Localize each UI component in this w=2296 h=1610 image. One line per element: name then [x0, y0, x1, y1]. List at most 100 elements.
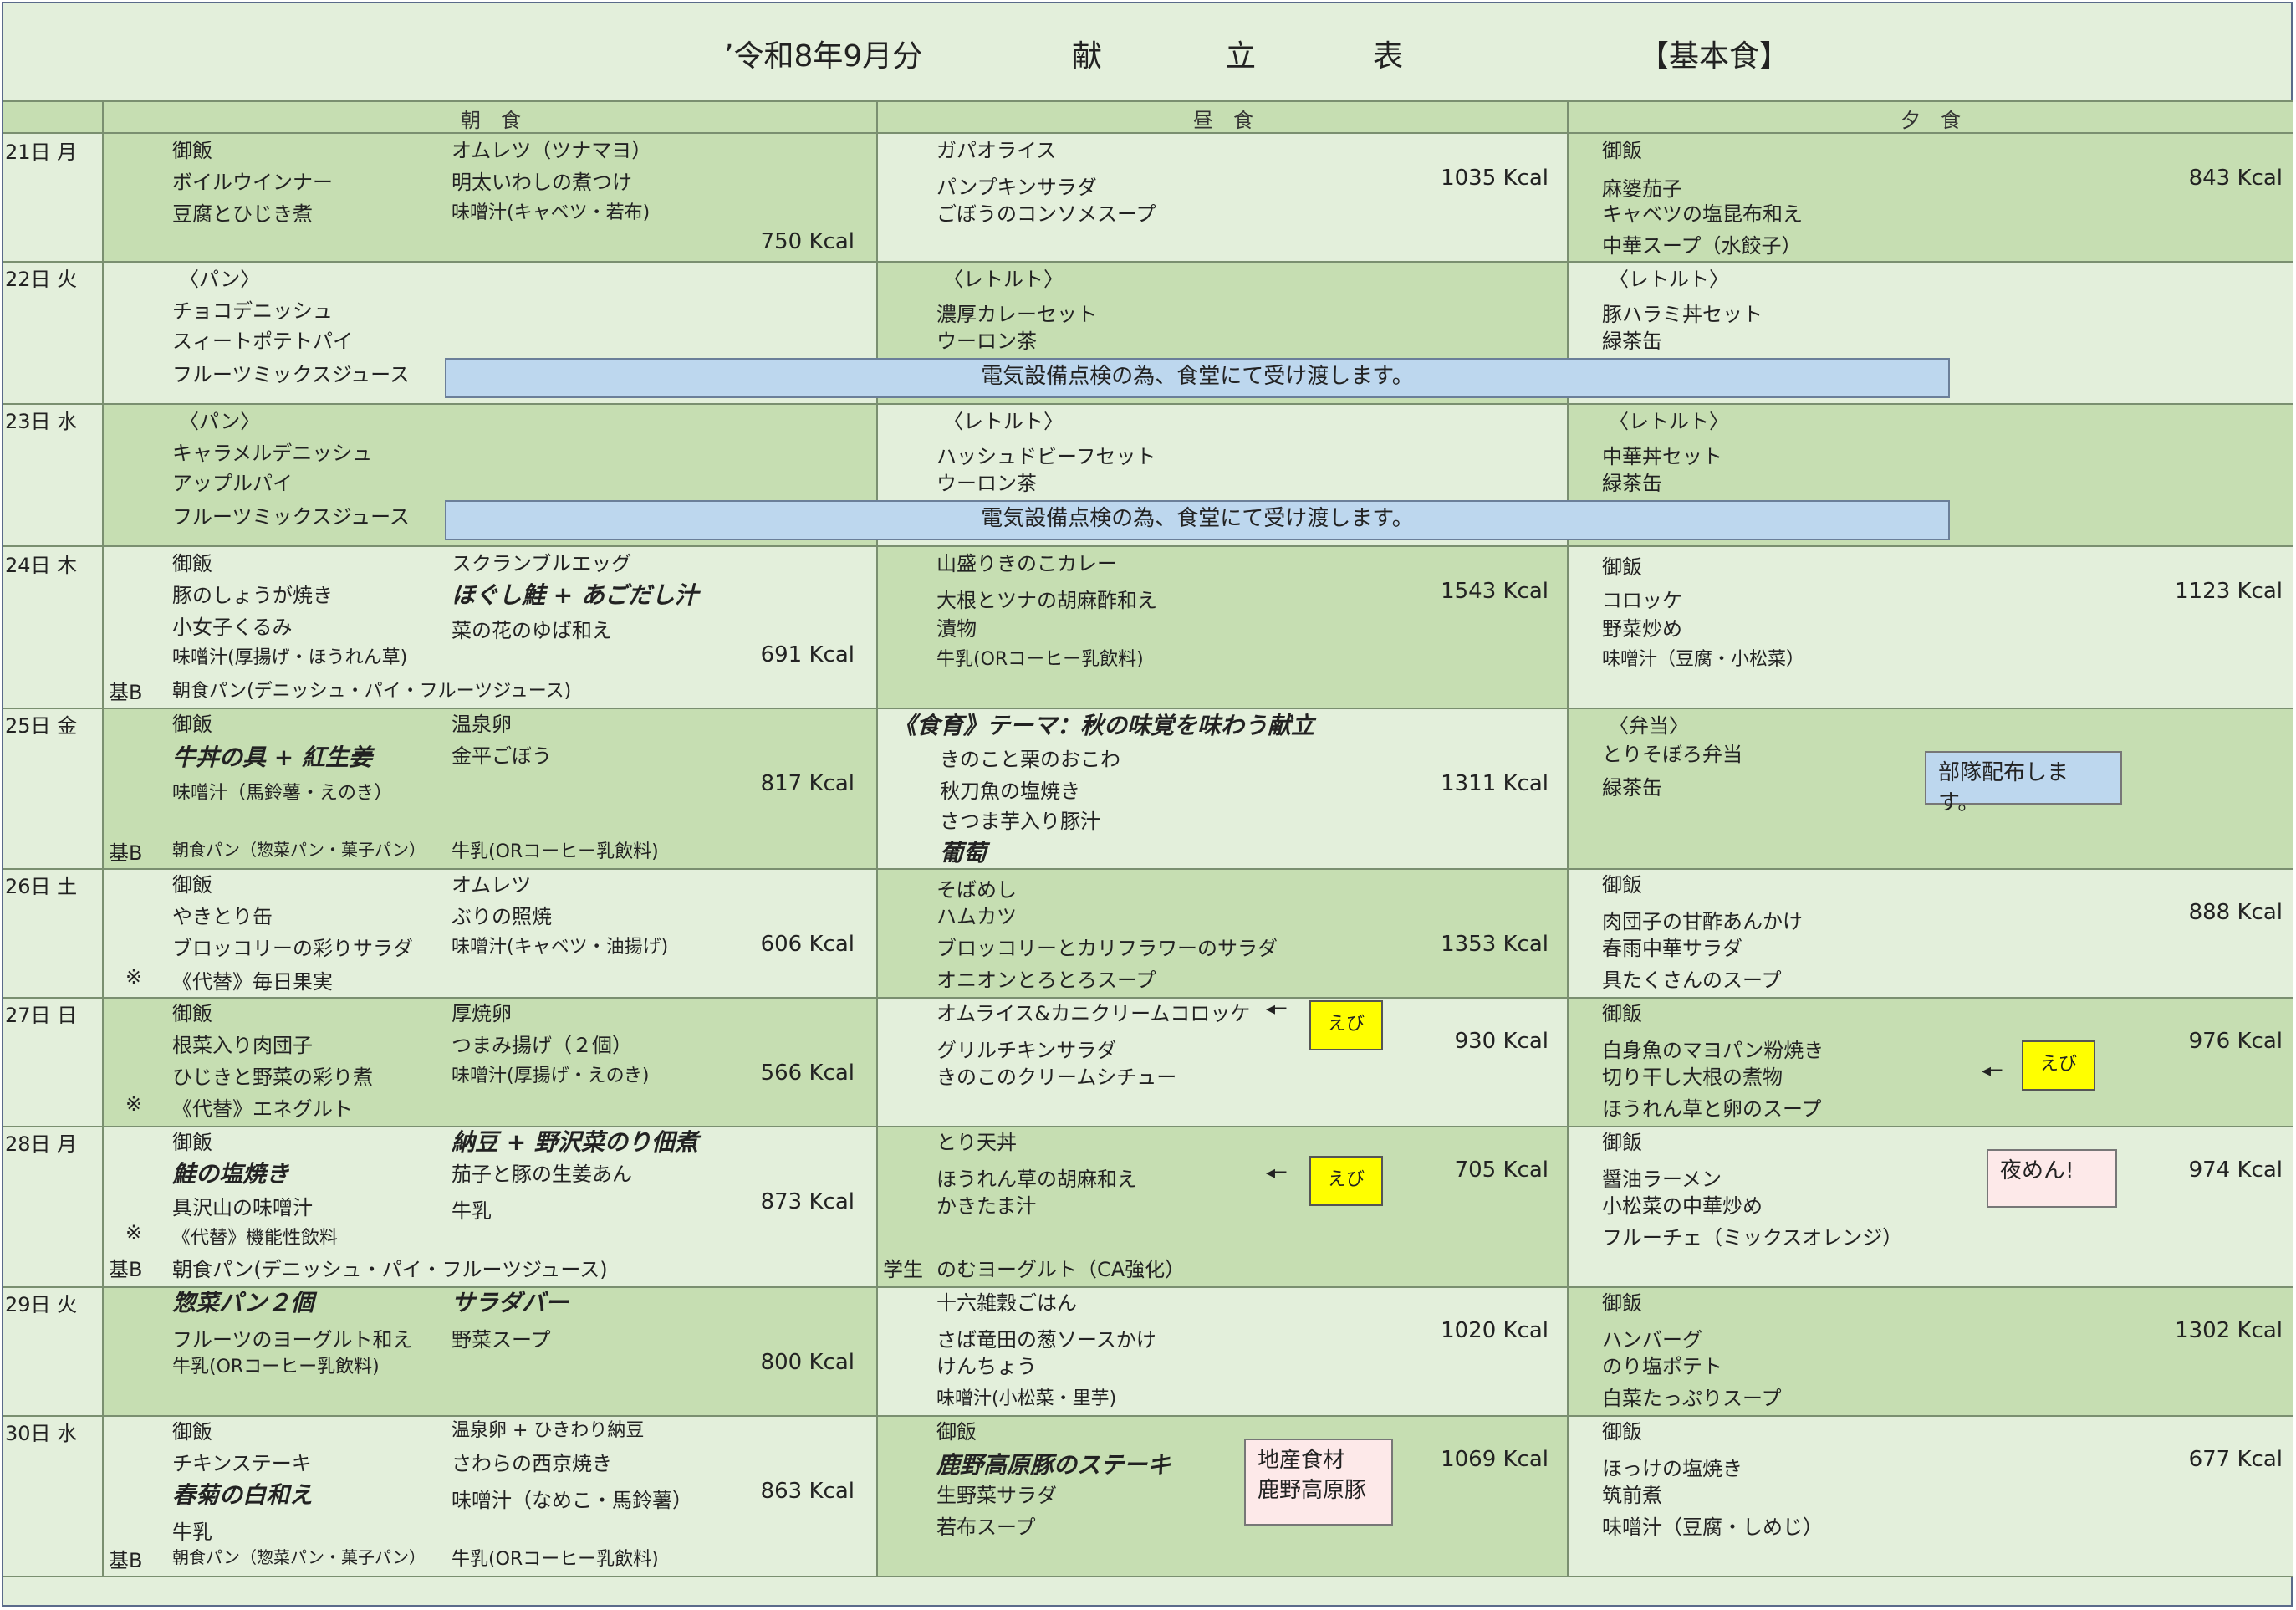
menu-item: ハムカツ [936, 905, 1017, 928]
menu-item: けんちょう [936, 1355, 1037, 1378]
menu-item: 牛乳(ORコーヒー乳飲料) [172, 1357, 380, 1377]
menu-item: 明太いわしの煮つけ [452, 171, 632, 194]
menu-item: 御飯 [1602, 1131, 1642, 1154]
menu-item: ブロッコリーの彩りサラダ [172, 937, 413, 960]
grid-line [1567, 100, 1569, 1576]
grid-line [3, 261, 2293, 263]
menu-item: かきたま汁 [936, 1194, 1037, 1218]
menu-item: 肉団子の甘酢あんかけ [1602, 910, 1803, 933]
menu-item: 《代替》エネグルト [172, 1097, 353, 1121]
menu-item: 小女子くるみ [172, 616, 293, 639]
kcal: 1353 Kcal [1441, 932, 1549, 957]
menu-item: 《代替》毎日果実 [172, 970, 333, 994]
kcal: 800 Kcal [760, 1350, 855, 1375]
allergen-shrimp-tag: えび [2022, 1040, 2095, 1091]
menu-item: 牛乳 [172, 1521, 212, 1544]
menu-item: 豚のしょうが焼き [172, 584, 333, 607]
menu-item: 具沢山の味噌汁 [172, 1196, 313, 1219]
menu-item: 朝食パン（惣菜パン・菓子パン） [172, 1547, 426, 1567]
menu-item: 漬物 [936, 617, 977, 641]
kihon-b-label: 基B [109, 681, 143, 704]
day-label: 30日 水 [5, 1422, 78, 1445]
menu-item: キャベツの塩昆布和え [1602, 202, 1803, 226]
menu-item: 牛乳(ORコーヒー乳飲料) [452, 841, 659, 862]
kcal: 750 Kcal [760, 229, 855, 254]
menu-item: 味噌汁（豆腐・小松菜） [1602, 649, 1805, 670]
menu-item-highlight: 牛丼の具 + 紅生姜 [172, 744, 372, 771]
menu-item: スィートポテトパイ [172, 330, 353, 353]
menu-item: ひじきと野菜の彩り煮 [172, 1066, 373, 1089]
kcal: 1020 Kcal [1441, 1318, 1549, 1343]
menu-item: 《代替》機能性飲料 [172, 1228, 339, 1249]
menu-item: 根菜入り肉団子 [172, 1034, 313, 1057]
kcal: 873 Kcal [760, 1189, 855, 1214]
menu-item: オムレツ（ツナマヨ） [452, 139, 652, 162]
menu-item: 御飯 [1602, 555, 1642, 579]
menu-item: ウーロン茶 [936, 330, 1037, 353]
header-lunch: 昼 食 [1193, 109, 1253, 132]
day-label: 27日 日 [5, 1004, 78, 1027]
menu-item: 切り干し大根の煮物 [1602, 1066, 1783, 1089]
title-month: ’令和8年9月分 [724, 39, 923, 74]
menu-item: 味噌汁(キャベツ・若布) [452, 202, 651, 223]
menu-item: ウーロン茶 [936, 472, 1037, 495]
kcal: 1543 Kcal [1441, 579, 1549, 604]
kcal: 817 Kcal [760, 771, 855, 796]
menu-item: ほっけの塩焼き [1602, 1457, 1742, 1480]
menu-item: とり天丼 [936, 1131, 1017, 1154]
menu-item: 中華丼セット [1602, 445, 1722, 468]
menu-item: ぶりの照焼 [452, 905, 552, 928]
menu-item: グリルチキンサラダ [936, 1039, 1117, 1062]
menu-item: 白菜たっぷりスープ [1602, 1387, 1782, 1410]
row-band [1569, 1415, 2293, 1576]
kcal: 863 Kcal [760, 1479, 855, 1504]
grid-line [3, 1415, 2293, 1417]
menu-item: 菜の花のゆば和え [452, 619, 612, 642]
kcal: 888 Kcal [2188, 900, 2283, 925]
menu-item: 御飯 [172, 1002, 212, 1025]
title-char-1: 献 [1072, 39, 1103, 74]
menu-item: 醤油ラーメン [1602, 1168, 1722, 1191]
kihon-b-label: 基B [109, 841, 143, 865]
kcal: 1302 Kcal [2175, 1318, 2283, 1343]
title-char-3: 表 [1373, 39, 1404, 74]
notice-banner: 電気設備点検の為、食堂にて受け渡します。 [445, 358, 1950, 398]
menu-item: アップルパイ [172, 472, 293, 495]
menu-item: さわらの西京焼き [452, 1452, 612, 1475]
menu-item: 御飯 [1602, 1420, 1642, 1444]
day-label: 28日 月 [5, 1132, 78, 1156]
grid-line [3, 545, 2293, 547]
menu-item: 茄子と豚の生姜あん [452, 1163, 632, 1186]
header-dinner: 夕 食 [1901, 109, 1961, 132]
menu-item: 大根とツナの胡麻酢和え [936, 589, 1157, 612]
menu-item: 〈弁当〉 [1609, 714, 1689, 738]
kcal: 974 Kcal [2188, 1158, 2283, 1183]
menu-item: 十六雑穀ごはん [936, 1291, 1077, 1315]
menu-item: きのこと栗のおこわ [940, 748, 1120, 771]
student-label: 学生 [883, 1258, 923, 1281]
menu-item: 緑茶缶 [1602, 330, 1662, 353]
menu-item: 〈レトルト〉 [1609, 268, 1729, 291]
menu-item: 金平ごぼう [452, 744, 552, 768]
grid-line [102, 100, 104, 1576]
menu-item: 厚焼卵 [452, 1002, 512, 1025]
menu-item: オニオンとろとろスープ [936, 969, 1156, 992]
menu-item: 御飯 [172, 1420, 212, 1444]
menu-item: チキンステーキ [172, 1452, 312, 1475]
kcal: 566 Kcal [760, 1061, 855, 1086]
menu-item-highlight: 納豆 + 野沢菜のり佃煮 [452, 1128, 698, 1156]
menu-item: のり塩ポテト [1602, 1355, 1722, 1378]
menu-item: のむヨーグルト（CA強化） [936, 1258, 1186, 1281]
allergen-shrimp-tag: えび [1309, 1000, 1383, 1050]
menu-item-highlight: 春菊の白和え [172, 1481, 314, 1509]
menu-item-highlight: 鮭の塩焼き [172, 1160, 290, 1188]
menu-item: フルーツミックスジュース [172, 505, 410, 529]
menu-item: 野菜スープ [452, 1328, 551, 1352]
distribution-note: 部隊配布します。 [1925, 751, 2122, 815]
menu-item: そばめし [936, 878, 1017, 902]
title-meal-type: 【基本食】 [1639, 39, 1790, 74]
local-ingredient-note-line2: 鹿野高原豚 [1258, 1478, 1367, 1503]
grid-line [3, 1576, 2293, 1577]
menu-item: 朝食パン(デニッシュ・パイ・フルーツジュース) [172, 1258, 608, 1281]
menu-item: キャラメルデニッシュ [172, 442, 373, 465]
